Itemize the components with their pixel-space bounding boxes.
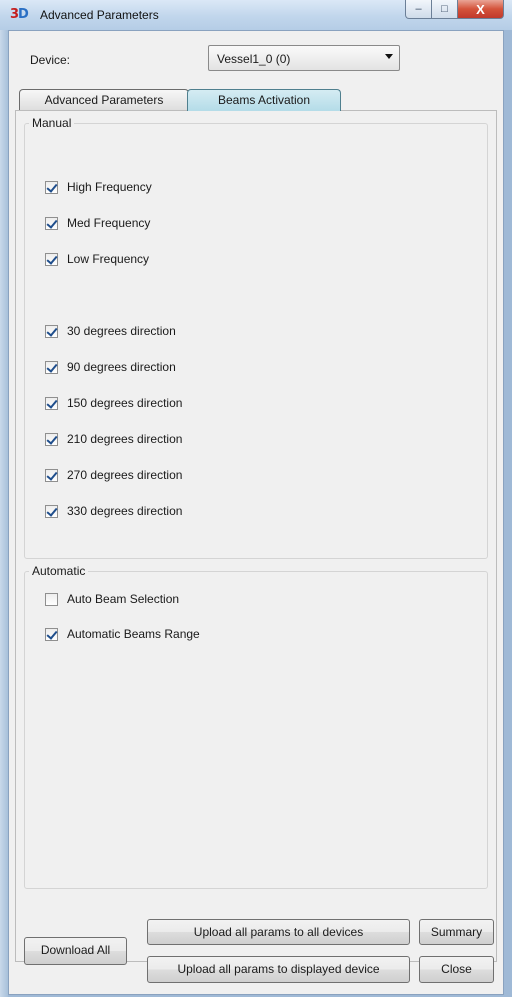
checkbox-label: Low Frequency <box>67 252 150 266</box>
automatic-beams-range-checkbox[interactable]: Automatic Beams Range <box>45 625 200 643</box>
checkbox-label: Auto Beam Selection <box>67 592 180 606</box>
checkbox-icon <box>45 180 58 194</box>
checkbox-icon <box>45 216 58 230</box>
direction-150-checkbox[interactable]: 150 degrees direction <box>45 394 182 412</box>
checkbox-label: 270 degrees direction <box>67 468 183 482</box>
checkbox-icon <box>45 504 58 518</box>
dialog-client-area: Device: Vessel1_0 (0) Advanced Parameter… <box>8 30 504 995</box>
title-bar[interactable]: 3D Advanced Parameters – □ X <box>0 0 512 30</box>
app-logo-icon: 3D <box>10 7 29 22</box>
device-dropdown[interactable]: Vessel1_0 (0) <box>208 45 400 71</box>
checkbox-label: Automatic Beams Range <box>67 627 200 641</box>
checkbox-icon <box>45 324 58 338</box>
direction-330-checkbox[interactable]: 330 degrees direction <box>45 502 182 520</box>
upload-all-devices-button[interactable]: Upload all params to all devices <box>147 919 410 945</box>
checkbox-label: High Frequency <box>67 180 152 194</box>
checkbox-icon <box>45 396 58 410</box>
checkbox-icon <box>45 252 58 266</box>
direction-270-checkbox[interactable]: 270 degrees direction <box>45 466 182 484</box>
minimize-icon[interactable]: – <box>405 0 432 19</box>
manual-group-title: Manual <box>29 116 75 130</box>
checkbox-label: 30 degrees direction <box>67 324 176 338</box>
high-frequency-checkbox[interactable]: High Frequency <box>45 178 152 196</box>
checkbox-icon <box>45 468 58 482</box>
manual-group: Manual High Frequency Med Frequency Low … <box>24 116 488 559</box>
tab-advanced-parameters[interactable]: Advanced Parameters <box>19 89 189 110</box>
checkbox-label: 330 degrees direction <box>67 504 183 518</box>
tab-beams-activation[interactable]: Beams Activation <box>187 89 341 111</box>
automatic-group-title: Automatic <box>29 564 89 578</box>
low-frequency-checkbox[interactable]: Low Frequency <box>45 250 149 268</box>
direction-30-checkbox[interactable]: 30 degrees direction <box>45 322 176 340</box>
checkbox-label: Med Frequency <box>67 216 151 230</box>
device-dropdown-value: Vessel1_0 (0) <box>217 52 291 66</box>
med-frequency-checkbox[interactable]: Med Frequency <box>45 214 150 232</box>
automatic-group: Automatic Auto Beam Selection Automatic … <box>24 564 488 889</box>
maximize-icon[interactable]: □ <box>432 0 458 19</box>
download-all-button[interactable]: Download All <box>24 937 127 965</box>
checkbox-label: 210 degrees direction <box>67 432 183 446</box>
auto-beam-selection-checkbox[interactable]: Auto Beam Selection <box>45 590 179 608</box>
tab-panel: Manual High Frequency Med Frequency Low … <box>15 110 497 962</box>
checkbox-icon <box>45 360 58 374</box>
checkbox-label: 150 degrees direction <box>67 396 183 410</box>
close-icon[interactable]: X <box>458 0 504 19</box>
checkbox-icon <box>45 592 58 606</box>
application-window: 3D Advanced Parameters – □ X Device: Ves… <box>0 0 512 997</box>
close-button[interactable]: Close <box>419 956 494 983</box>
checkbox-icon <box>45 432 58 446</box>
direction-210-checkbox[interactable]: 210 degrees direction <box>45 430 182 448</box>
device-row: Device: Vessel1_0 (0) <box>9 45 503 71</box>
direction-90-checkbox[interactable]: 90 degrees direction <box>45 358 176 376</box>
checkbox-icon <box>45 627 58 641</box>
checkbox-label: 90 degrees direction <box>67 360 176 374</box>
window-title: Advanced Parameters <box>40 8 159 22</box>
device-label: Device: <box>30 53 71 67</box>
chevron-down-icon <box>385 54 393 59</box>
summary-button[interactable]: Summary <box>419 919 494 945</box>
window-frame <box>0 30 8 997</box>
upload-displayed-device-button[interactable]: Upload all params to displayed device <box>147 956 410 983</box>
window-controls: – □ X <box>405 0 504 20</box>
